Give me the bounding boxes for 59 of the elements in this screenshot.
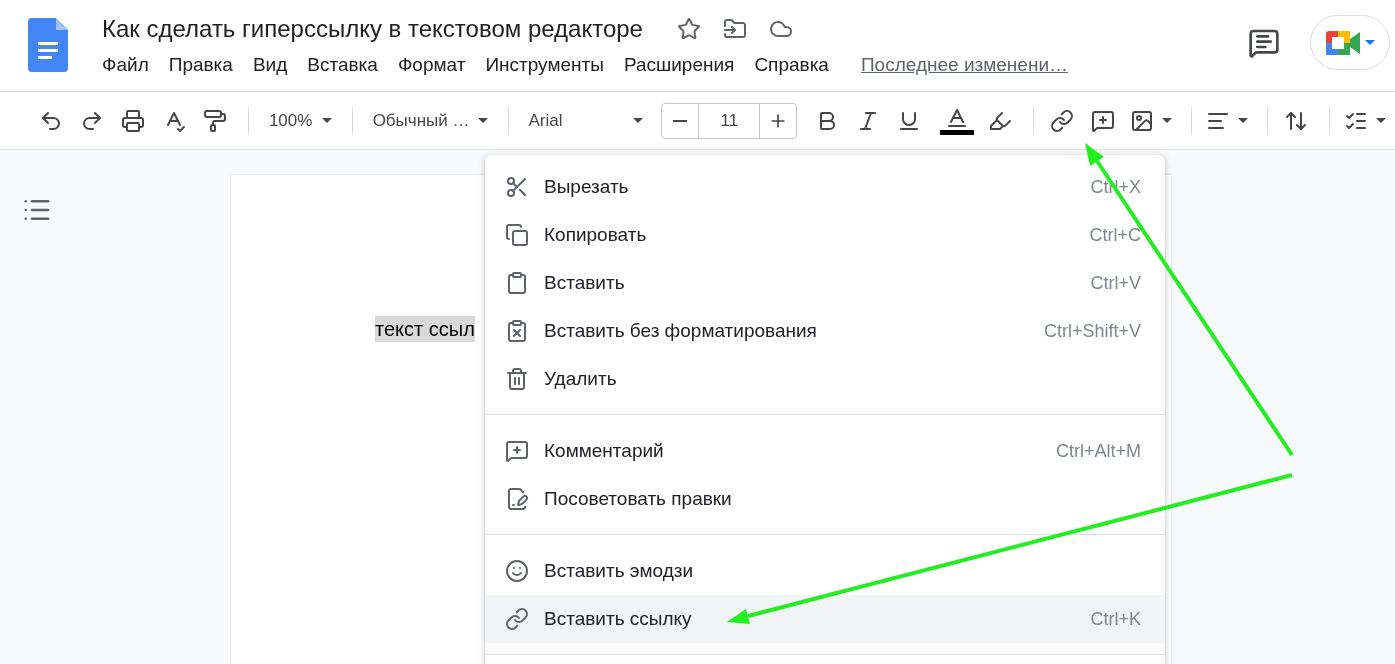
clipboard-x-icon [505, 319, 529, 343]
smile-icon [505, 559, 529, 583]
menu-item-label: Вставить [544, 272, 626, 294]
caret-icon [1365, 40, 1375, 45]
menu-item-label: Удалить [544, 368, 618, 390]
menu-item[interactable]: Вид [242, 51, 298, 79]
menu-item-label: Вставить ссылку [544, 608, 693, 630]
printer-icon [121, 108, 145, 133]
context-menu-item[interactable]: Комментарий Ctrl+Alt+M [485, 427, 1165, 475]
shortcut-label: Ctrl+C [1089, 224, 1141, 246]
star-icon[interactable] [676, 17, 701, 41]
context-menu-item[interactable]: Вставить эмодзи [485, 547, 1165, 595]
menu-item-label: Комментарий [544, 440, 665, 462]
comment-add-icon [1091, 108, 1116, 133]
video-camera-icon [1325, 28, 1361, 57]
menu-item[interactable]: Формат [387, 51, 476, 79]
shortcut-label: Ctrl+K [1090, 608, 1141, 630]
style-dropdown[interactable]: Обычный … [362, 102, 498, 139]
context-menu-item[interactable]: Вставить Ctrl+V [485, 259, 1165, 307]
selected-text: текст ссыл [375, 316, 475, 342]
link-icon [1050, 108, 1075, 133]
scissors-icon [505, 175, 529, 199]
menu-item[interactable]: Правка [158, 51, 243, 79]
trash-icon [505, 367, 529, 391]
minus-icon [673, 119, 688, 122]
menu-item[interactable]: Вставка [297, 51, 388, 79]
menu-item[interactable]: Инструменты [475, 51, 614, 79]
font-size-control[interactable]: 11 [661, 102, 798, 139]
menu-item-label: Копировать [544, 224, 648, 246]
font-dropdown[interactable]: Arial [518, 102, 654, 139]
comment-add-icon [505, 439, 529, 463]
zoom-dropdown[interactable]: 100% [258, 102, 342, 139]
menu-item-label: Вставить эмодзи [544, 560, 695, 582]
menu-item[interactable]: Расширения [613, 51, 745, 79]
folder-move-icon[interactable] [722, 17, 747, 41]
menu-item-label: Вырезать [544, 176, 630, 198]
context-menu-item[interactable]: Вставить без форматирования Ctrl+Shift+V [485, 307, 1165, 355]
context-menu-item[interactable]: Посоветовать правки [485, 475, 1165, 523]
link-icon [505, 607, 529, 631]
shortcut-label: Ctrl+V [1090, 272, 1141, 294]
context-menu-item[interactable]: Вставить ссылку Ctrl+K [485, 595, 1165, 643]
context-menu-item[interactable]: Копировать Ctrl+C [485, 211, 1165, 259]
pen-file-icon [505, 487, 529, 511]
menu-item[interactable]: Файл [102, 51, 159, 79]
docs-logo-icon[interactable] [28, 18, 68, 72]
document-title[interactable]: Как сделать гиперссылку в текстовом редакторе [102, 15, 643, 43]
last-edit-link[interactable]: Последнее изменени… [860, 54, 1068, 76]
font-size-field[interactable]: 11 [698, 103, 761, 138]
context-menu-item[interactable]: Удалить [485, 355, 1165, 403]
shortcut-label: Ctrl+Shift+V [1043, 320, 1141, 342]
text-color-button[interactable] [940, 106, 975, 135]
image-icon [1130, 108, 1155, 133]
paint-roller-icon [203, 108, 227, 133]
shortcut-label: Ctrl+Alt+M [1055, 440, 1141, 462]
menu-item-label: Посоветовать правки [544, 488, 733, 510]
menu-item[interactable]: Справка [744, 51, 839, 79]
clipboard-icon [505, 271, 529, 295]
menu-item-label: Вставить без форматирования [544, 320, 818, 342]
copy-icon [505, 223, 529, 247]
